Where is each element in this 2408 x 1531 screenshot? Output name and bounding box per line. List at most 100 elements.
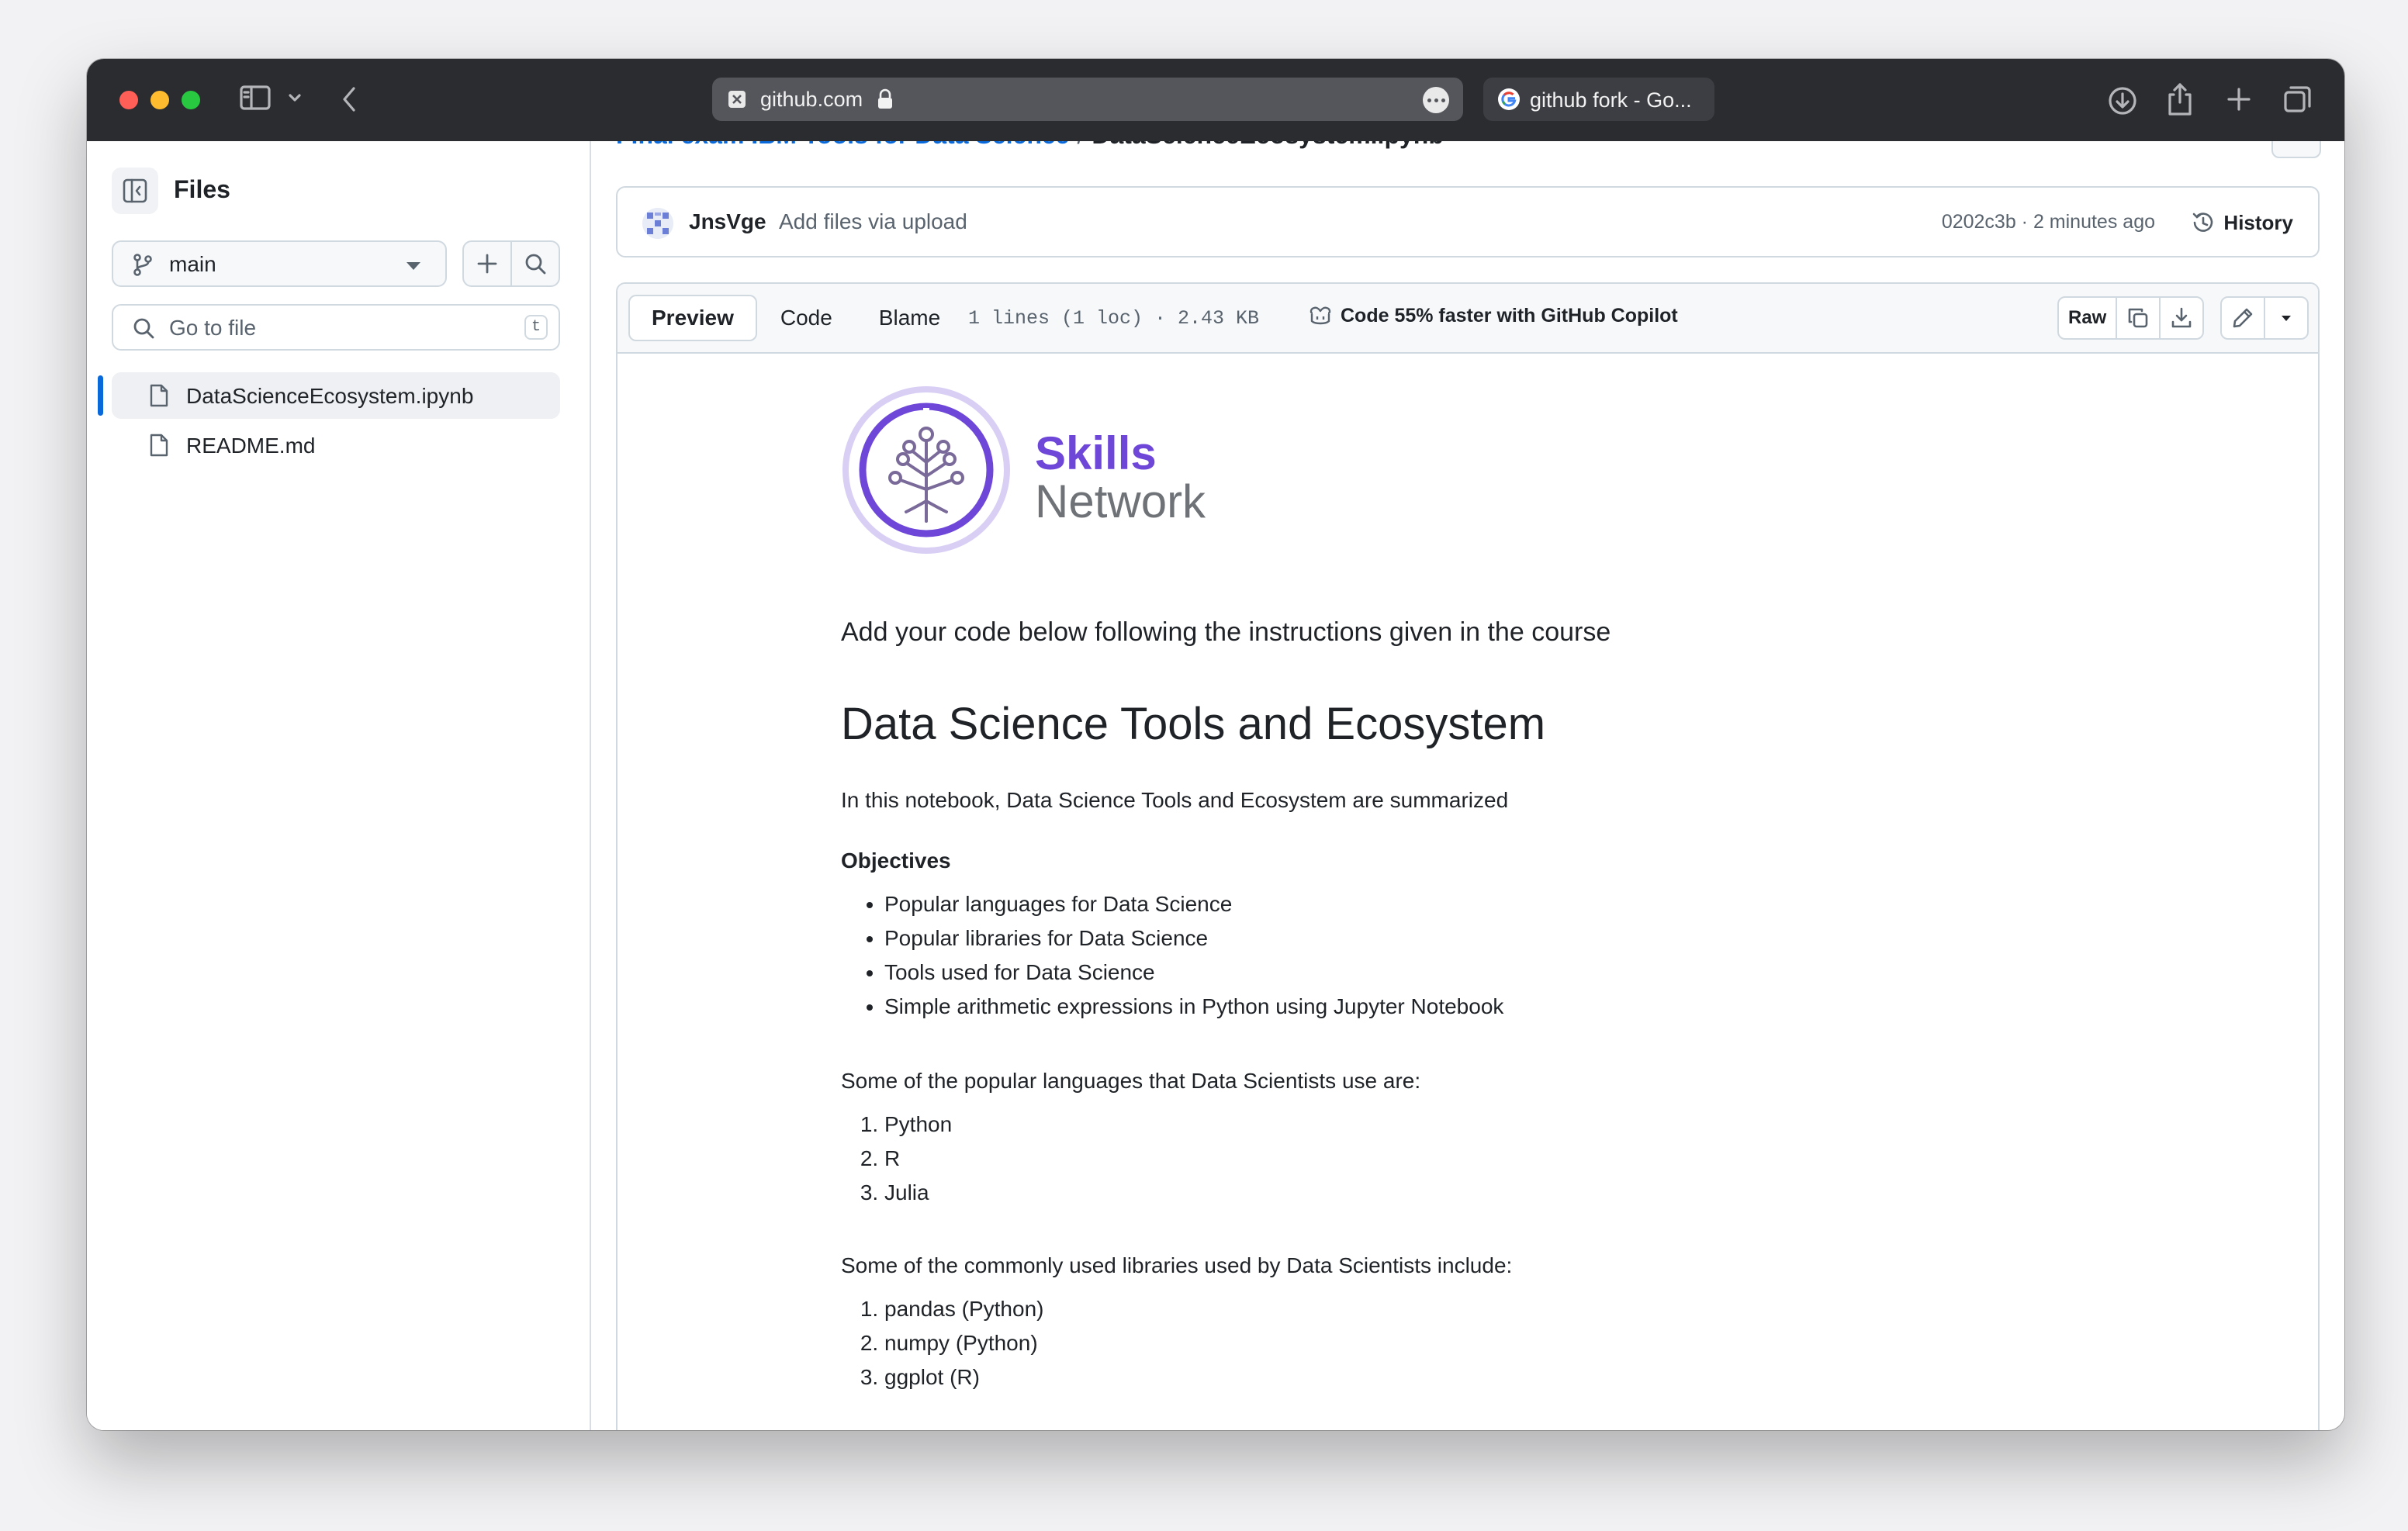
sidebar-toggle-icon[interactable] <box>239 84 272 112</box>
notebook-summary: In this notebook, Data Science Tools and… <box>841 788 1509 812</box>
collapse-sidebar-button[interactable] <box>112 168 158 214</box>
commit-sha-time[interactable]: 0202c3b · 2 minutes ago <box>1942 211 2155 233</box>
tab-overview-icon[interactable] <box>2282 84 2313 115</box>
google-icon <box>1498 88 1520 110</box>
view-mode-tabs: Preview Code Blame <box>628 295 964 341</box>
tab-blame[interactable]: Blame <box>856 295 964 341</box>
edit-file-button[interactable] <box>2222 298 2265 338</box>
breadcrumb-separator: / <box>1077 141 1084 149</box>
file-tree-item-notebook[interactable]: DataScienceEcosystem.ipynb <box>98 372 560 419</box>
raw-button[interactable]: Raw <box>2059 298 2118 338</box>
dropdown-caret-icon <box>407 262 420 270</box>
logo-line-network: Network <box>1035 475 1206 527</box>
keyboard-shortcut-hint: t <box>524 315 548 340</box>
file-view: Final exam IBM Tools for Data Science / Da… <box>591 141 2344 1430</box>
search-code-button[interactable] <box>510 240 560 287</box>
more-actions-button[interactable] <box>2271 141 2321 158</box>
copilot-text: Code 55% faster with GitHub Copilot <box>1341 304 1678 327</box>
close-window-button[interactable] <box>119 91 138 109</box>
tab-title: github fork - Go... <box>1530 88 1692 112</box>
more-options-icon[interactable] <box>1423 87 1449 113</box>
search-icon <box>525 254 546 275</box>
list-item: Simple arithmetic expressions in Python … <box>884 990 1503 1024</box>
git-branch-icon <box>133 254 152 276</box>
logo-wordmark: Skills Network <box>1035 430 1206 526</box>
add-file-button[interactable] <box>462 240 512 287</box>
sidebar-title: Files <box>174 175 230 203</box>
list-item: pandas (Python) <box>884 1292 1043 1326</box>
list-item: ggplot (R) <box>884 1360 1043 1394</box>
browser-toolbar: github.com github fork - Go... <box>87 59 2344 141</box>
tab-code[interactable]: Code <box>757 295 856 341</box>
objectives-heading: Objectives <box>841 848 951 873</box>
share-icon[interactable] <box>2166 82 2194 116</box>
tab-preview[interactable]: Preview <box>628 295 757 341</box>
copy-icon <box>2129 308 2148 328</box>
notebook-intro: Add your code below following the instru… <box>841 617 1611 647</box>
edit-actions-group <box>2220 296 2309 340</box>
list-item: Popular libraries for Data Science <box>884 921 1503 956</box>
history-icon <box>2193 213 2213 232</box>
list-item: Julia <box>884 1176 952 1210</box>
new-tab-icon[interactable] <box>2225 85 2253 113</box>
file-meta: 1 lines (1 loc) · 2.43 KB <box>968 307 1260 330</box>
minimize-window-button[interactable] <box>150 91 169 109</box>
file-tree-sidebar: Files main t <box>87 141 591 1430</box>
languages-list: Python R Julia <box>841 1108 952 1210</box>
download-icon[interactable] <box>2107 85 2138 116</box>
list-item: numpy (Python) <box>884 1326 1043 1360</box>
download-raw-button[interactable] <box>2161 298 2202 338</box>
lock-icon <box>878 88 892 109</box>
languages-intro: Some of the popular languages that Data … <box>841 1069 1421 1093</box>
logo-line-skills: Skills <box>1035 427 1157 479</box>
file-header: Preview Code Blame 1 lines (1 loc) · 2.4… <box>618 284 2318 354</box>
list-item: Popular languages for Data Science <box>884 887 1503 921</box>
plus-icon <box>477 254 497 274</box>
libraries-intro: Some of the commonly used libraries used… <box>841 1253 1513 1277</box>
file-name: README.md <box>186 434 316 458</box>
download-icon <box>2172 307 2192 328</box>
edit-options-dropdown[interactable] <box>2265 298 2307 338</box>
go-to-file-field[interactable]: t <box>112 304 560 351</box>
address-bar[interactable]: github.com <box>712 78 1463 121</box>
file-content-box: Preview Code Blame 1 lines (1 loc) · 2.4… <box>616 282 2320 1430</box>
window-controls <box>119 91 200 109</box>
objectives-list: Popular languages for Data Science Popul… <box>841 887 1503 1024</box>
chevron-down-icon <box>2282 316 2291 321</box>
copilot-icon <box>1310 306 1331 325</box>
latest-commit-bar: JnsVge Add files via upload 0202c3b · 2 … <box>616 186 2320 257</box>
commit-author[interactable]: JnsVge <box>689 209 766 234</box>
list-item: Tools used for Data Science <box>884 956 1503 990</box>
history-button[interactable]: History <box>2191 206 2293 239</box>
file-name: DataScienceEcosystem.ipynb <box>186 384 474 408</box>
avatar[interactable] <box>642 208 673 239</box>
sidebar-collapse-icon <box>123 178 147 203</box>
list-item: R <box>884 1142 952 1176</box>
branch-name: main <box>169 252 216 276</box>
breadcrumb-file: DataScienceEcosystem.ipynb <box>1092 141 1444 149</box>
copy-raw-button[interactable] <box>2117 298 2161 338</box>
libraries-list: pandas (Python) numpy (Python) ggplot (R… <box>841 1292 1043 1394</box>
browser-window: github.com github fork - Go... Files mai… <box>87 59 2344 1430</box>
github-page: Files main t <box>87 141 2344 1430</box>
active-file-indicator <box>98 375 103 416</box>
chevron-down-icon[interactable] <box>287 90 303 105</box>
copilot-promo-link[interactable]: Code 55% faster with GitHub Copilot <box>1308 304 1678 327</box>
go-to-file-input[interactable] <box>168 313 496 343</box>
back-arrow-icon[interactable] <box>340 85 358 113</box>
zoom-window-button[interactable] <box>182 91 200 109</box>
notebook-title: Data Science Tools and Ecosystem <box>841 699 1546 749</box>
commit-message[interactable]: Add files via upload <box>779 209 967 234</box>
file-tree-item-readme[interactable]: README.md <box>112 422 560 468</box>
site-favicon-icon <box>728 91 746 108</box>
branch-selector[interactable]: main <box>112 240 447 287</box>
browser-tab-google[interactable]: github fork - Go... <box>1483 78 1714 121</box>
breadcrumb-repo-link[interactable]: Final exam IBM Tools for Data Science <box>616 141 1069 149</box>
list-item: Python <box>884 1108 952 1142</box>
search-icon <box>133 318 154 339</box>
file-actions-group: Raw <box>2057 296 2205 340</box>
skills-network-logo <box>842 386 1010 554</box>
pencil-icon <box>2233 308 2253 328</box>
file-icon <box>150 384 168 407</box>
identicon-icon <box>642 208 673 239</box>
